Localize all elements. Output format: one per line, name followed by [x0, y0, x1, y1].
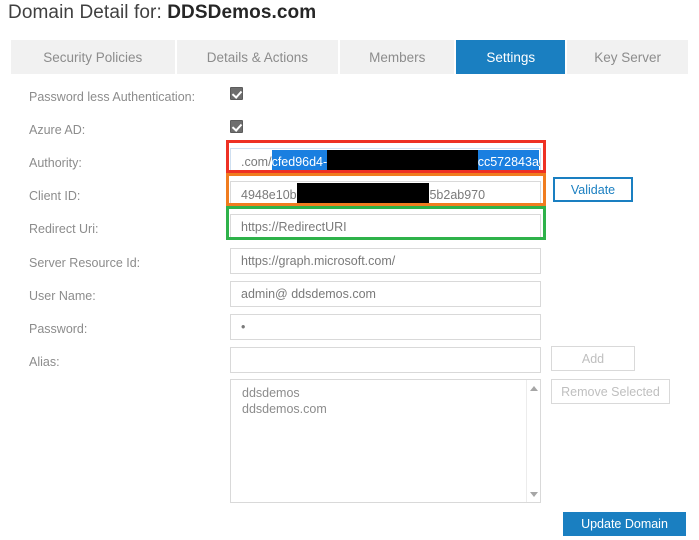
- user-name-label: User Name:: [29, 289, 96, 303]
- authority-text-visible-head: .com/: [241, 154, 272, 169]
- tab-label: Details & Actions: [206, 49, 309, 65]
- client-id-text-redacted: ███████████████: [296, 182, 430, 206]
- tab-label: Key Server: [594, 49, 662, 65]
- remove-selected-button-label: Remove Selected: [561, 384, 660, 399]
- user-name-input[interactable]: admin@ ddsdemos.com: [230, 281, 541, 307]
- page-title-domain: DDSDemos.com: [167, 2, 317, 23]
- authority-input[interactable]: .com/cfed96d4-█████████████████cc572843a…: [230, 148, 541, 174]
- client-id-label: Client ID:: [29, 189, 81, 203]
- redirect-uri-input[interactable]: https://RedirectURI: [230, 214, 541, 240]
- authority-text-selected-head: cfed96d4-: [271, 149, 328, 173]
- client-id-input[interactable]: 4948e10b███████████████5b2ab970: [230, 181, 541, 207]
- authority-text-redacted: █████████████████: [327, 149, 478, 173]
- authority-label: Authority:: [29, 156, 82, 170]
- alias-label: Alias:: [29, 355, 60, 369]
- validate-button[interactable]: Validate: [553, 177, 633, 202]
- row-server-resource-id: Server Resource Id: https://graph.micros…: [0, 248, 699, 282]
- tab-label: Members: [369, 49, 426, 65]
- alias-input[interactable]: [230, 347, 541, 373]
- page-title: Domain Detail for: DDSDemos.com: [8, 2, 316, 24]
- alias-listbox[interactable]: ddsdemos ddsdemos.com: [230, 379, 541, 503]
- row-user-name: User Name: admin@ ddsdemos.com: [0, 281, 699, 315]
- row-azure-ad: Azure AD:: [0, 115, 699, 149]
- remove-selected-button[interactable]: Remove Selected: [551, 379, 670, 404]
- alias-list-scrollbar[interactable]: [526, 380, 540, 502]
- add-alias-button[interactable]: Add: [551, 346, 635, 371]
- redirect-uri-label: Redirect Uri:: [29, 222, 99, 236]
- authority-text-selected-tail: cc572843a: [477, 149, 539, 173]
- client-id-text-tail: 5b2ab970: [429, 187, 486, 202]
- row-password: Password: •: [0, 314, 699, 348]
- azure-ad-label: Azure AD:: [29, 123, 86, 137]
- scroll-up-arrow-icon[interactable]: [527, 381, 540, 395]
- tab-label: Security Policies: [43, 49, 143, 65]
- add-alias-button-label: Add: [581, 351, 605, 366]
- list-item[interactable]: ddsdemos: [231, 385, 525, 401]
- authority-text-visible-tail: /v2.0/: [539, 150, 540, 173]
- server-resource-id-input[interactable]: https://graph.microsoft.com/: [230, 248, 541, 274]
- page-title-prefix: Domain Detail for:: [8, 2, 168, 23]
- row-passwordless-authentication: Password less Authentication:: [0, 82, 699, 116]
- azure-ad-checkbox[interactable]: [230, 120, 243, 133]
- password-label: Password:: [29, 322, 88, 336]
- passwordless-authentication-checkbox[interactable]: [230, 87, 243, 100]
- client-id-text-head: 4948e10b: [241, 187, 297, 202]
- tab-key-server[interactable]: Key Server: [567, 40, 688, 74]
- password-input[interactable]: •: [230, 314, 541, 340]
- list-item[interactable]: ddsdemos.com: [231, 401, 525, 417]
- tab-settings[interactable]: Settings: [456, 40, 566, 74]
- passwordless-authentication-label: Password less Authentication:: [29, 90, 196, 104]
- alias-list: ddsdemos ddsdemos.com: [231, 385, 525, 417]
- tab-members[interactable]: Members: [340, 40, 455, 74]
- validate-button-label: Validate: [570, 182, 616, 197]
- row-redirect-uri: Redirect Uri: https://RedirectURI: [0, 214, 699, 248]
- update-domain-button[interactable]: Update Domain: [563, 512, 686, 536]
- tab-details-and-actions[interactable]: Details & Actions: [176, 40, 339, 74]
- tab-bar: Security Policies Details & Actions Memb…: [11, 40, 688, 74]
- update-domain-button-label: Update Domain: [581, 517, 668, 531]
- scroll-down-arrow-icon[interactable]: [527, 487, 540, 501]
- tab-security-policies[interactable]: Security Policies: [11, 40, 175, 74]
- server-resource-id-label: Server Resource Id:: [29, 256, 141, 270]
- tab-label: Settings: [486, 49, 536, 65]
